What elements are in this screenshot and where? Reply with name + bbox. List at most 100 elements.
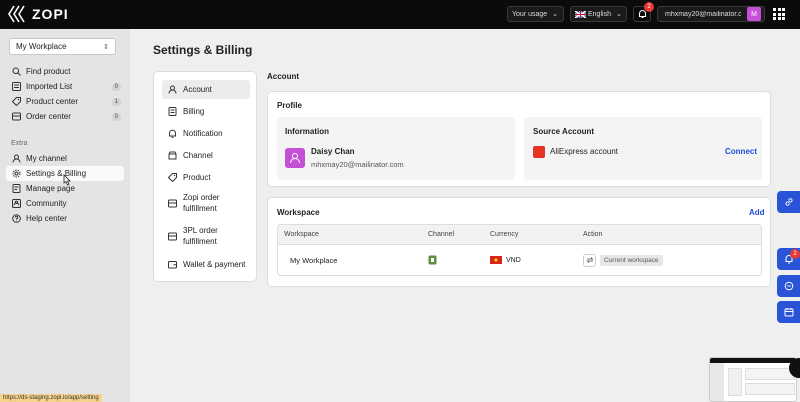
- box-icon: [168, 199, 177, 208]
- sidebar-item-label: Community: [26, 199, 67, 208]
- screenshot-thumbnail[interactable]: [709, 357, 797, 402]
- sidebar-item-label: Find product: [26, 67, 71, 76]
- logo[interactable]: ZOPI: [8, 5, 69, 23]
- user-avatar: [285, 148, 305, 168]
- apps-grid-icon[interactable]: [773, 8, 785, 20]
- box-icon: [12, 112, 21, 121]
- aliexpress-icon: [533, 146, 545, 158]
- account-email: mhxmay20@mailinator.c...: [665, 10, 741, 18]
- extra-section-label: Extra: [11, 140, 28, 147]
- settings-menu-label: Channel: [183, 151, 213, 160]
- current-workspace-badge: Current workspace: [600, 254, 663, 266]
- floating-badge: 2: [790, 249, 800, 259]
- table-row: My Workplace ★ VND Current workspace: [277, 244, 762, 276]
- source-account-title: Source Account: [533, 127, 595, 136]
- column-header: Workspace: [284, 231, 319, 238]
- community-icon: [12, 199, 21, 208]
- floating-notification-button[interactable]: 2: [777, 248, 800, 270]
- information-title: Information: [285, 127, 329, 136]
- sidebar-item-my-channel[interactable]: My channel: [6, 151, 124, 166]
- notification-button[interactable]: 2: [633, 2, 654, 22]
- tag-icon: [168, 173, 177, 182]
- account-menu[interactable]: mhxmay20@mailinator.c... M: [657, 6, 765, 22]
- sidebar-item-label: Product center: [26, 97, 79, 106]
- usage-label: Your usage: [512, 10, 548, 18]
- sidebar-item-imported-list[interactable]: Imported List 0: [6, 79, 124, 94]
- settings-menu-channel[interactable]: Channel: [162, 146, 250, 165]
- count-badge: 1: [111, 97, 121, 106]
- logo-text: ZOPI: [32, 6, 69, 22]
- sidebar-item-label: Order center: [26, 112, 71, 121]
- tag-icon: [12, 97, 21, 106]
- settings-menu-label: Wallet & payment: [183, 260, 246, 269]
- link-icon: [785, 198, 792, 206]
- settings-menu-label: Notification: [183, 129, 223, 138]
- workspace-title: Workspace: [277, 208, 320, 217]
- logo-mark-icon: [8, 5, 25, 23]
- settings-menu-3pl-fulfillment[interactable]: 3PL order fulfillment: [162, 223, 250, 249]
- connect-button[interactable]: Connect: [725, 147, 757, 156]
- help-icon: [12, 214, 21, 223]
- sidebar-item-label: Help center: [26, 214, 67, 223]
- switch-workspace-button[interactable]: [583, 253, 596, 267]
- page-icon: [12, 184, 21, 193]
- language-dropdown[interactable]: English ⌄: [570, 6, 627, 22]
- settings-menu-product[interactable]: Product: [162, 168, 250, 187]
- floating-calendar-button[interactable]: [777, 301, 800, 323]
- settings-menu-label: Zopi order fulfillment: [183, 193, 220, 213]
- sidebar-item-label: My channel: [26, 154, 67, 163]
- count-badge: 0: [111, 82, 121, 91]
- user-icon: [12, 154, 21, 163]
- workspace-select-value: My Workplace: [16, 42, 67, 51]
- information-card: Information Daisy Chan mhxmay20@mailinat…: [277, 117, 515, 180]
- avatar: M: [747, 7, 761, 21]
- usage-dropdown[interactable]: Your usage ⌄: [507, 6, 564, 22]
- source-account-name: AliExpress account: [550, 147, 619, 156]
- action-cell: Current workspace: [583, 245, 663, 275]
- settings-menu-notification[interactable]: Notification: [162, 124, 250, 143]
- currency-cell: ★ VND: [490, 245, 521, 275]
- sidebar-item-product-center[interactable]: Product center 1: [6, 94, 124, 109]
- chevron-down-icon: ⌄: [552, 11, 559, 18]
- sidebar-item-label: Imported List: [26, 82, 73, 91]
- account-section-title: Account: [267, 72, 299, 81]
- source-account-card: Source Account AliExpress account Connec…: [524, 117, 762, 180]
- currency-value: VND: [506, 256, 521, 264]
- settings-menu-label: Billing: [183, 107, 205, 116]
- search-icon: [12, 67, 21, 76]
- settings-menu: Account Billing Notification Channel Pro…: [153, 71, 257, 282]
- channel-cell: [428, 245, 437, 275]
- user-icon: [290, 153, 300, 164]
- sidebar-item-community[interactable]: Community: [6, 196, 124, 211]
- language-label: English: [588, 10, 611, 18]
- settings-menu-billing[interactable]: Billing: [162, 102, 250, 121]
- sidebar-item-find-product[interactable]: Find product: [6, 64, 124, 79]
- settings-menu-account[interactable]: Account: [162, 80, 250, 99]
- page-title: Settings & Billing: [153, 43, 253, 57]
- workspace-name: My Workplace: [290, 255, 338, 265]
- sidebar-item-order-center[interactable]: Order center 0: [6, 109, 124, 124]
- floating-chat-button[interactable]: [777, 275, 800, 297]
- user-icon: [168, 85, 177, 94]
- add-workspace-button[interactable]: Add: [749, 208, 765, 217]
- notification-badge: 2: [644, 2, 654, 12]
- sidebar-item-help-center[interactable]: Help center: [6, 211, 124, 226]
- user-email: mhxmay20@mailinator.com: [311, 160, 404, 169]
- column-header: Channel: [428, 231, 455, 238]
- settings-menu-zopi-fulfillment[interactable]: Zopi order fulfillment: [162, 190, 250, 216]
- sidebar: My Workplace ⇕ Find product Imported Lis…: [0, 29, 130, 402]
- floating-help-button[interactable]: [777, 191, 800, 213]
- settings-menu-wallet[interactable]: Wallet & payment: [162, 255, 250, 274]
- vietnam-flag-icon: ★: [490, 256, 502, 264]
- profile-title: Profile: [277, 101, 302, 110]
- wallet-icon: [168, 260, 177, 269]
- workspace-table-header: Workspace Channel Currency Action: [277, 224, 762, 244]
- mouse-cursor-icon: [63, 174, 71, 186]
- uk-flag-icon: [575, 10, 586, 18]
- settings-menu-label: Product: [183, 173, 211, 182]
- workspace-select[interactable]: My Workplace ⇕: [9, 38, 116, 55]
- channel-icon: [168, 151, 177, 160]
- top-bar: ZOPI Your usage ⌄ English ⌄ 2 mhxmay20@m…: [0, 0, 800, 29]
- chevron-down-icon: ⌄: [615, 11, 622, 18]
- calendar-icon: [784, 308, 793, 317]
